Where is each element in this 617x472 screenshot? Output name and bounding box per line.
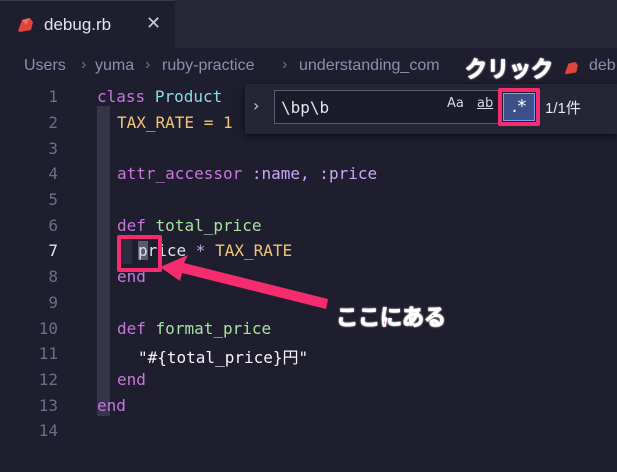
chevron-right-icon[interactable]: ›	[253, 96, 259, 115]
line-number: 4	[48, 164, 58, 183]
line-number: 10	[38, 319, 58, 338]
line-number: 14	[38, 421, 58, 440]
keyword: def	[117, 319, 146, 338]
breadcrumb-item-yuma[interactable]: yuma	[95, 57, 134, 75]
symbols: :name, :price	[251, 164, 378, 183]
chevron-right-icon: ›	[145, 56, 151, 73]
line-number: 5	[48, 190, 58, 209]
line-number: 13	[38, 396, 58, 415]
indent-guide	[97, 106, 110, 416]
match-case-button[interactable]: Aa	[447, 96, 464, 111]
arrow-icon	[160, 255, 328, 309]
here-annotation: ここにある	[335, 306, 447, 332]
class-name: Product	[154, 87, 223, 106]
line-number: 8	[48, 267, 58, 286]
line-number-active: 7	[48, 241, 58, 260]
breadcrumb-item-understanding[interactable]: understanding_com	[299, 57, 440, 75]
keyword: def	[117, 216, 146, 235]
code-line-4: attr_accessor :name, :price	[117, 164, 377, 183]
code-line-11: "#{total_price}円"	[138, 344, 308, 368]
code-line-6: def total_price	[117, 216, 262, 235]
constant: TAX_RATE = 1	[117, 113, 233, 132]
code-line-1: class Product	[97, 87, 222, 106]
line-number: 12	[38, 370, 58, 389]
chevron-right-icon: ›	[81, 56, 87, 73]
match-highlight-box	[117, 235, 162, 272]
method-name: format_price	[155, 319, 272, 338]
whole-word-button[interactable]: ab	[477, 96, 493, 111]
close-icon[interactable]: ✕	[146, 13, 161, 34]
method-name: total_price	[155, 216, 262, 235]
match-count: 1/1件	[545, 100, 581, 117]
line-number: 1	[48, 87, 58, 106]
regex-highlight-box	[498, 88, 540, 126]
keyword: class	[97, 87, 146, 106]
line-number: 2	[48, 113, 58, 132]
code-line-10: def format_price	[117, 319, 271, 338]
tab-bar: debug.rb ✕	[0, 0, 617, 48]
line-number: 6	[48, 216, 58, 235]
keyword: attr_accessor	[117, 164, 243, 183]
line-number: 9	[48, 293, 58, 312]
breadcrumb-item-users[interactable]: Users	[24, 57, 66, 75]
code-line-13: end	[97, 396, 126, 415]
ruby-icon	[18, 18, 33, 32]
click-annotation: クリック	[464, 58, 554, 84]
keyword: end	[117, 370, 146, 389]
breadcrumb-item-ruby-practice[interactable]: ruby-practice	[162, 57, 254, 75]
tab-label: debug.rb	[44, 15, 112, 34]
chevron-right-icon: ›	[282, 56, 288, 73]
keyword: end	[97, 396, 126, 415]
tab-debug-rb[interactable]: debug.rb ✕	[0, 0, 175, 48]
string: "#{total_price}円"	[138, 348, 309, 367]
breadcrumb-item-file[interactable]: deb	[589, 57, 616, 75]
ruby-icon	[564, 61, 578, 75]
code-line-2: TAX_RATE = 1	[117, 113, 233, 132]
code-line-12: end	[117, 370, 146, 389]
line-number: 3	[48, 139, 58, 158]
line-number: 11	[38, 344, 58, 363]
